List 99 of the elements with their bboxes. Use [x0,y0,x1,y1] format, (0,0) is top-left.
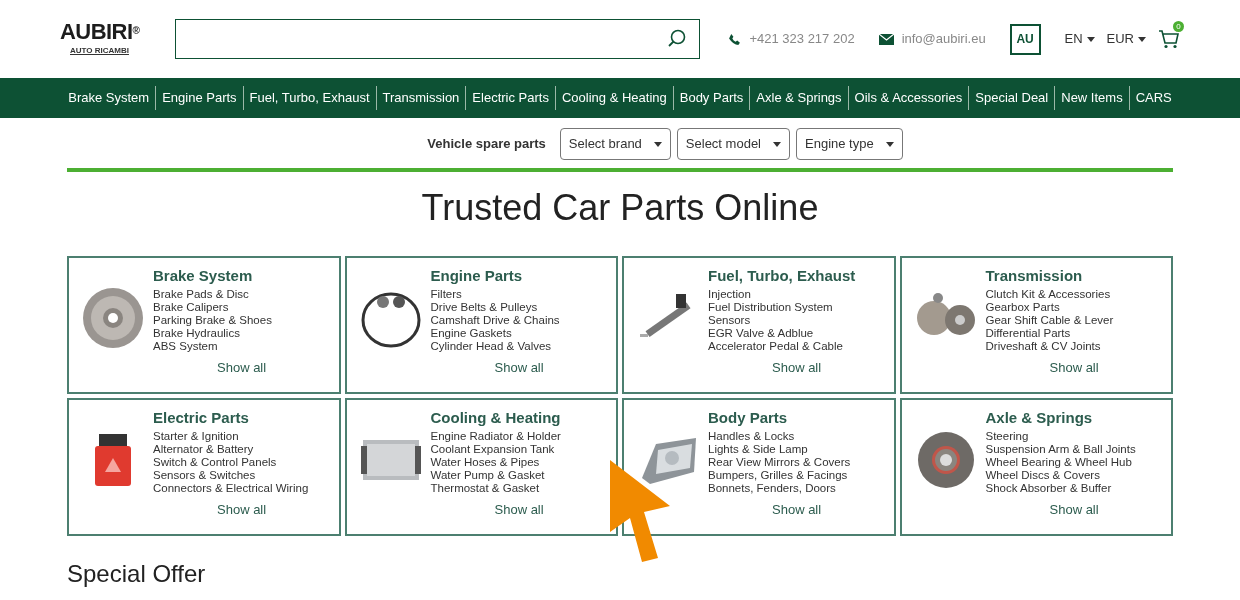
subcategory-link[interactable]: Accelerator Pedal & Cable [708,340,856,353]
nav-link[interactable]: Engine Parts [156,88,243,108]
subcategory-link[interactable]: Suspension Arm & Ball Joints [985,443,1136,456]
logo[interactable]: AUBIRI$^{®}$ [60,21,140,43]
subcategory-link[interactable]: Handles & Locks [708,430,851,443]
nav-link[interactable]: Oils & Accessories [848,88,969,108]
subcategory-link[interactable]: Drive Belts & Pulleys [430,301,560,314]
show-all-link[interactable]: Show all [217,500,309,520]
category-card[interactable]: Axle & Springs Steering Suspension Arm & Ball Joints Wheel Bearing & Wheel Hub Wheel Discs & Covers Shock Absorber & Buffer Show all [899,398,1173,536]
subcategory-link[interactable]: Differential Parts [985,327,1114,340]
category-title[interactable]: Body Parts [708,408,851,428]
subcategory-link[interactable]: Fuel Distribution System [708,301,856,314]
subcategory-link[interactable]: Wheel Bearing & Wheel Hub [985,456,1136,469]
subcategory-link[interactable]: Parking Brake & Shoes [153,314,272,327]
subcategory-link[interactable]: Bumpers, Grilles & Facings [708,469,851,482]
caret-icon [653,141,662,147]
subcategory-link[interactable]: Water Pump & Gasket [430,469,561,482]
category-title[interactable]: Electric Parts [153,408,309,428]
subcategory-link[interactable]: Driveshaft & CV Joints [985,340,1114,353]
subcategory-link[interactable]: Gearbox Parts [985,301,1114,314]
search-field[interactable] [175,19,701,59]
subcategory-link[interactable]: Camshaft Drive & Chains [430,314,560,327]
caret-icon [1138,36,1146,42]
subcategory-link[interactable]: Shock Absorber & Buffer [985,482,1136,495]
nav-link[interactable]: Cooling & Heating [555,88,673,108]
category-title[interactable]: Cooling & Heating [430,408,561,428]
subcategory-link[interactable]: Brake Calipers [153,301,272,314]
nav-link[interactable]: CARS [1129,88,1178,108]
show-all-link[interactable]: Show all [494,500,561,520]
subcategory-link[interactable]: Bonnets, Fenders, Doors [708,482,851,495]
caret-icon [773,141,781,147]
category-title[interactable]: Brake System [153,266,272,286]
phone-number[interactable]: +421 323 217 202 [749,29,855,49]
subcategory-link[interactable]: Cylinder Head & Valves [430,340,560,353]
category-card[interactable]: Fuel, Turbo, Exhaust Injection Fuel Distribution System Sensors EGR Valve & Adblue Accelerator Pedal & Cable Show all [622,256,896,394]
nav-link[interactable]: Brake System [62,88,156,108]
subcategory-link[interactable]: Engine Gaskets [430,327,560,340]
cart-count-badge: 0 [1173,21,1184,32]
subcategory-link[interactable]: Clutch Kit & Accessories [985,288,1114,301]
category-card[interactable]: Engine Parts Filters Drive Belts & Pulleys Camshaft Drive & Chains Engine Gaskets Cylinder Head & Valves Show all [344,256,618,394]
subcategory-link[interactable]: Engine Radiator & Holder [430,430,561,443]
subcategory-link[interactable]: Brake Hydraulics [153,327,272,340]
nav-link[interactable]: Special Deal [969,88,1055,108]
category-card[interactable]: Electric Parts Starter & Ignition Alternator & Battery Switch & Control Panels Sensors & Switches Connectors & Electrical Wiring Show all [67,398,341,536]
category-title[interactable]: Transmission [985,266,1114,286]
section-heading: Special Offer [67,559,207,589]
nav-link[interactable]: Axle & Springs [750,88,848,108]
search-icon [667,29,688,49]
subcategory-link[interactable]: Sensors [708,314,856,327]
subcategory-link[interactable]: Alternator & Battery [153,443,309,456]
caret-icon [1086,36,1095,42]
subcategory-link[interactable]: Coolant Expansion Tank [430,443,561,456]
nav-link[interactable]: Body Parts [673,88,750,108]
nav-link[interactable]: Transmission [376,88,466,108]
nav-link[interactable]: New Items [1055,88,1129,108]
subcategory-link[interactable]: Rear View Mirrors & Covers [708,456,851,469]
language-selector[interactable]: EN [1064,29,1095,49]
subcategory-link[interactable]: Wheel Discs & Covers [985,469,1136,482]
category-title[interactable]: Axle & Springs [985,408,1136,428]
show-all-link[interactable]: Show all [772,358,856,378]
show-all-link[interactable]: Show all [772,500,851,520]
phone-icon [728,32,742,46]
show-all-link[interactable]: Show all [217,358,272,378]
account-button[interactable]: AU [1009,23,1041,55]
subcategory-link[interactable]: ABS System [153,340,272,353]
envelope-icon [878,33,894,45]
subcategory-link[interactable]: Gear Shift Cable & Lever [985,314,1114,327]
category-card[interactable]: Brake System Brake Pads & Disc Brake Calipers Parking Brake & Shoes Brake Hydraulics ABS System Show all [67,256,341,394]
nav-link[interactable]: Electric Parts [466,88,555,108]
subcategory-link[interactable]: Starter & Ignition [153,430,309,443]
show-all-link[interactable]: Show all [1049,358,1114,378]
caret-icon [885,141,894,147]
category-title[interactable]: Engine Parts [430,266,560,286]
dropdown-select[interactable]: Select model [676,128,790,160]
dropdown-select[interactable]: Select brand [559,128,671,160]
currency-selector[interactable]: EUR [1106,29,1146,49]
subcategory-link[interactable]: Filters [430,288,560,301]
cart-icon[interactable] [1158,29,1180,49]
email-link[interactable]: info@aubiri.eu [901,29,986,49]
subcategory-link[interactable]: Connectors & Electrical Wiring [153,482,309,495]
subcategory-link[interactable]: Steering [985,430,1136,443]
subcategory-link[interactable]: EGR Valve & Adblue [708,327,856,340]
logo-tagline: AUTO RICAMBI [70,45,129,57]
dropdown-select[interactable]: Engine type [796,128,903,160]
category-card[interactable]: Transmission Clutch Kit & Accessories Gearbox Parts Gear Shift Cable & Lever Differential Parts Driveshaft & CV Joints Show all [899,256,1173,394]
subcategory-link[interactable]: Lights & Side Lamp [708,443,851,456]
subcategory-link[interactable]: Sensors & Switches [153,469,309,482]
nav-link[interactable]: Fuel, Turbo, Exhaust [243,88,376,108]
vehicle-selector-label: Vehicle spare parts [427,135,546,154]
subcategory-link[interactable]: Injection [708,288,856,301]
subcategory-link[interactable]: Water Hoses & Pipes [430,456,561,469]
subcategory-link[interactable]: Thermostat & Gasket [430,482,561,495]
cursor-icon [608,458,672,564]
subcategory-link[interactable]: Brake Pads & Disc [153,288,272,301]
show-all-link[interactable]: Show all [1049,500,1136,520]
subcategory-link[interactable]: Switch & Control Panels [153,456,309,469]
category-title[interactable]: Fuel, Turbo, Exhaust [708,266,856,286]
show-all-link[interactable]: Show all [494,358,560,378]
page-heading: Trusted Car Parts Online [420,186,820,230]
